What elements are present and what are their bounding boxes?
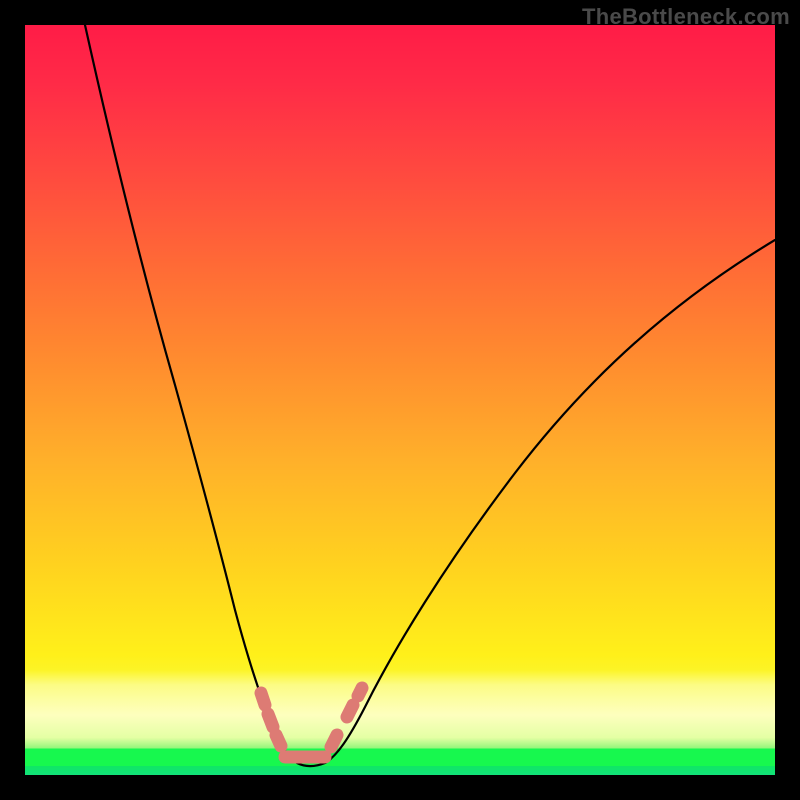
marker-dot: [276, 735, 281, 746]
marker-dot: [261, 693, 265, 705]
marker-dot: [358, 688, 362, 696]
marker-dot: [347, 705, 353, 717]
bottleneck-curve: [85, 25, 775, 766]
plot-area: [25, 25, 775, 775]
curve-layer: [25, 25, 775, 775]
marker-dot: [268, 714, 273, 727]
chart-frame: TheBottleneck.com: [0, 0, 800, 800]
marker-dot: [331, 735, 337, 747]
watermark-text: TheBottleneck.com: [582, 4, 790, 30]
trough-markers: [261, 688, 362, 757]
